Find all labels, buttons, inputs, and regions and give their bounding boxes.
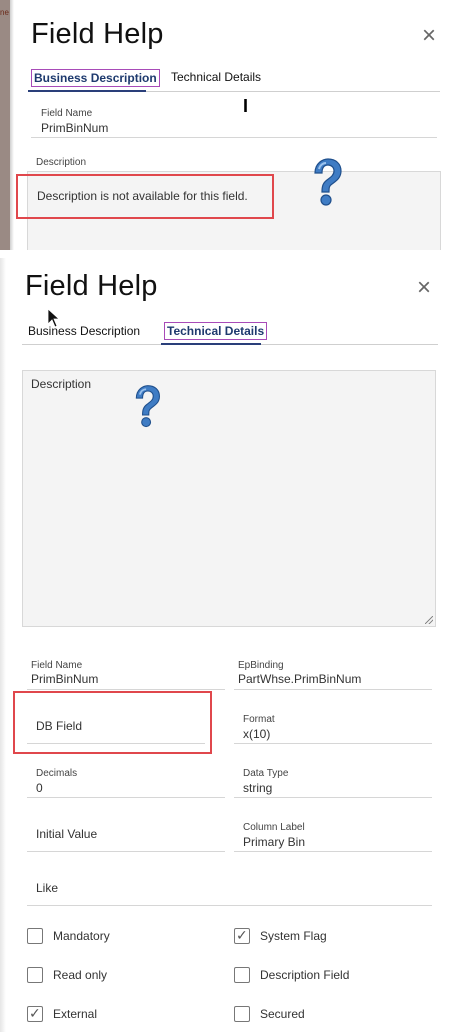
data-type-underline (234, 797, 432, 798)
background-window-strip: ne (0, 0, 10, 250)
column-label-label: Column Label (243, 822, 305, 833)
initial-value-label: Initial Value (36, 827, 98, 841)
read-only-label: Read only (53, 968, 108, 982)
description-field-label: Description Field (260, 968, 350, 982)
tab-bar: Business Description Technical Details (22, 319, 438, 345)
field-name-value: PrimBinNum (41, 121, 109, 135)
mandatory-label: Mandatory (53, 929, 110, 943)
decimals-underline (27, 797, 225, 798)
dialog-shadow (10, 0, 14, 250)
field-name-underline (27, 689, 225, 690)
decimals-label: Decimals (36, 768, 78, 779)
secured-checkbox[interactable]: Secured (234, 1006, 305, 1022)
ep-binding-value: PartWhse.PrimBinNum (238, 672, 362, 686)
dialog-shadow (0, 258, 6, 1032)
secured-label: Secured (260, 1007, 305, 1021)
close-icon[interactable]: × (417, 276, 431, 300)
system-flag-label: System Flag (260, 929, 327, 943)
ep-binding-label: EpBinding (238, 660, 284, 671)
question-mark-icon (314, 158, 342, 206)
description-label: Description (36, 157, 87, 168)
system-flag-checkbox[interactable]: ✓ System Flag (234, 927, 327, 944)
column-label-value: Primary Bin (243, 835, 306, 849)
active-tab-underline (28, 90, 146, 92)
left-strip-text: ne (0, 8, 9, 17)
initial-value-underline (27, 851, 225, 852)
checkbox-box[interactable]: ✓ (27, 1005, 43, 1022)
screenshot-divider (0, 250, 455, 258)
decimals-value: 0 (36, 781, 43, 795)
dialog-title: Field Help (25, 270, 158, 302)
external-checkbox[interactable]: ✓ External (27, 1005, 98, 1022)
description-field-checkbox[interactable]: Description Field (234, 967, 349, 983)
description-text: Description is not available for this fi… (37, 189, 248, 203)
data-type-value: string (243, 781, 273, 795)
db-field-label: DB Field (36, 719, 83, 733)
description-label: Description (31, 377, 92, 391)
field-name-value: PrimBinNum (31, 672, 99, 686)
tab-business-description[interactable]: Business Description (31, 69, 160, 87)
checkbox-box[interactable] (234, 967, 250, 983)
field-name-underline (31, 137, 437, 138)
mandatory-checkbox[interactable]: Mandatory (27, 928, 110, 944)
format-label: Format (243, 714, 275, 725)
read-only-checkbox[interactable]: Read only (27, 967, 107, 983)
field-name-label: Field Name (41, 108, 93, 119)
field-help-dialog-technical: Field Help × Business Description Techni… (0, 258, 455, 1032)
db-field-underline (27, 743, 205, 744)
checkbox-box[interactable] (27, 967, 43, 983)
tab-technical-details[interactable]: Technical Details (171, 70, 261, 84)
checkbox-box[interactable] (27, 928, 43, 944)
column-label-underline (234, 851, 432, 852)
external-label: External (53, 1007, 98, 1021)
format-value: x(10) (243, 727, 271, 741)
checkmark-icon: ✓ (29, 1005, 41, 1021)
format-underline (234, 743, 432, 744)
field-name-label: Field Name (31, 660, 83, 671)
text-cursor-icon: I (243, 96, 249, 116)
close-icon[interactable]: × (422, 24, 436, 48)
question-mark-icon (135, 385, 160, 428)
tab-bar: Business Description Technical Details (28, 66, 440, 92)
ep-binding-underline (234, 689, 432, 690)
tab-technical-details[interactable]: Technical Details (164, 322, 268, 340)
checkbox-box[interactable]: ✓ (234, 927, 250, 944)
dialog-title: Field Help (31, 18, 164, 50)
description-textarea[interactable] (22, 370, 436, 627)
field-help-dialog-business: ne Field Help × Business Description Tec… (0, 0, 455, 250)
checkmark-icon: ✓ (236, 927, 248, 943)
like-label: Like (36, 881, 59, 895)
data-type-label: Data Type (243, 768, 289, 779)
like-underline (27, 905, 432, 906)
checkbox-box[interactable] (234, 1006, 250, 1022)
active-tab-underline (161, 343, 261, 345)
resize-handle-icon[interactable] (425, 616, 433, 624)
tab-business-description[interactable]: Business Description (28, 324, 140, 338)
